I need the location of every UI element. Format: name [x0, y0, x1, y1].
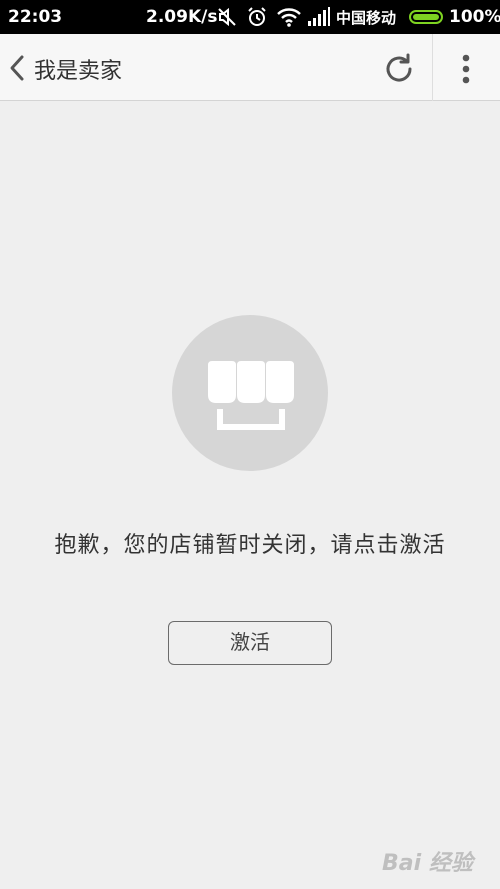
more-button[interactable]: [440, 42, 492, 94]
refresh-button[interactable]: [374, 42, 424, 94]
chevron-left-icon: [10, 55, 24, 81]
status-carrier: 中国移动: [336, 9, 397, 27]
watermark-logo: Bai 经验: [382, 835, 492, 879]
watermark-text: Bai 经验: [382, 851, 473, 876]
shop-icon: [208, 361, 294, 430]
alarm-icon: [248, 7, 266, 26]
activate-button[interactable]: 激活: [168, 621, 332, 665]
more-vertical-icon: [462, 54, 470, 84]
status-battery-pct: 100%: [449, 7, 500, 27]
mute-icon: [218, 7, 236, 27]
wifi-icon: [277, 8, 301, 27]
status-net-speed: 2.09K/s: [146, 7, 218, 27]
battery-icon: [409, 10, 443, 24]
battery-fill: [413, 14, 439, 20]
status-bar: 22:03 2.09K/s 中国移动 100%: [0, 0, 500, 34]
page-title: 我是卖家: [34, 59, 123, 84]
refresh-icon: [386, 53, 412, 82]
back-button[interactable]: 我是卖家: [0, 34, 150, 101]
closed-message: 抱歉，您的店铺暂时关闭，请点击激活: [54, 533, 446, 558]
app-bar: 我是卖家: [0, 34, 500, 101]
appbar-divider: [432, 34, 433, 101]
signal-icon: [308, 7, 330, 26]
status-time: 22:03: [8, 7, 63, 27]
shop-closed-badge: [172, 315, 328, 471]
